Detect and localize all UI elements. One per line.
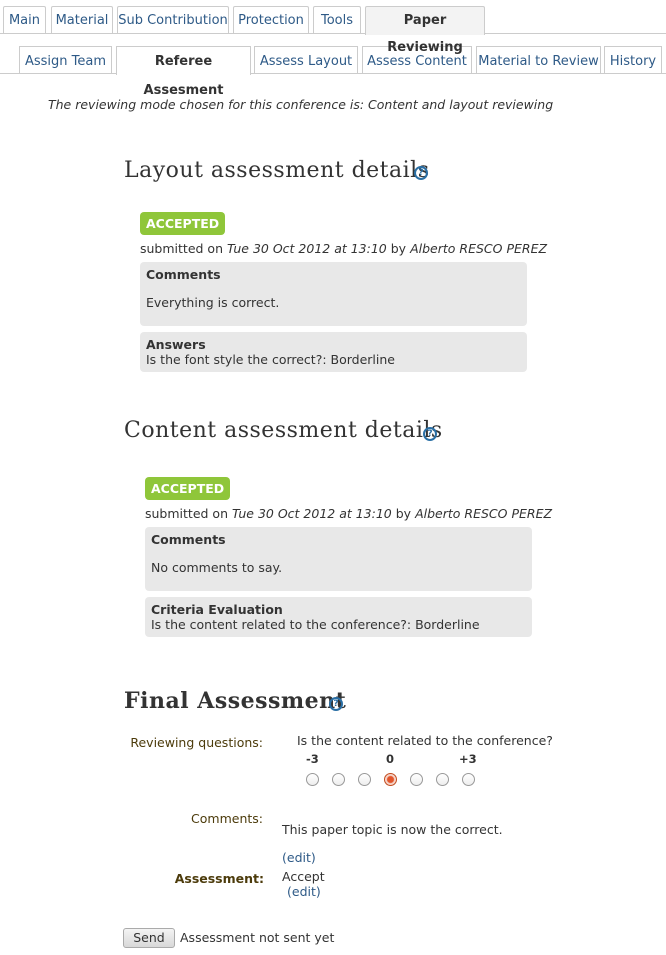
assessment-value: Accept — [282, 869, 325, 884]
scale-max-label: +3 — [459, 752, 477, 766]
content-section-title: Content assessment details — [124, 418, 443, 443]
comments-text: Everything is correct. — [146, 295, 280, 310]
layout-comments-box: Comments Everything is correct. — [140, 262, 527, 326]
tab-label: Sub Contribution — [118, 13, 228, 28]
reviewer-name: Alberto RESCO PEREZ — [415, 506, 553, 521]
tab-label: Main — [8, 13, 41, 28]
assessment-edit-link[interactable]: (edit) — [287, 884, 321, 899]
tab-label: Material — [55, 13, 109, 28]
question-text: Is the content related to the conference… — [297, 733, 553, 748]
tab-paper-reviewing[interactable]: Paper Reviewing — [365, 6, 485, 55]
tab-assess-layout[interactable]: Assess Layout — [254, 46, 358, 74]
final-section-title: Final Assessment — [124, 688, 347, 714]
tab-label: Material to Review — [478, 54, 599, 69]
tab-referee-assesment[interactable]: Referee Assesment — [116, 46, 251, 98]
send-button[interactable]: Send — [123, 928, 175, 948]
rating-radio[interactable] — [436, 773, 449, 786]
layout-answers-box: Answers Is the font style the correct?: … — [140, 332, 527, 372]
scale-mid-label: 0 — [386, 752, 395, 766]
submitted-prefix: submitted on — [140, 241, 223, 256]
tab-sub-contribution[interactable]: Sub Contribution — [117, 6, 229, 34]
tab-label: Protection — [238, 13, 304, 28]
tab-label: Assess Layout — [259, 54, 353, 69]
criteria-text: Is the content related to the conference… — [151, 617, 480, 632]
tab-tools[interactable]: Tools — [313, 6, 361, 34]
tab-label: Referee Assesment — [143, 54, 224, 98]
reviewing-questions-label: Reviewing questions: — [130, 735, 263, 750]
send-status: Assessment not sent yet — [180, 930, 335, 945]
content-status-badge: ACCEPTED — [145, 477, 231, 500]
comments-text: No comments to say. — [151, 560, 283, 575]
rating-radio[interactable] — [384, 773, 397, 786]
layout-submitted-info: submitted on Tue 30 Oct 2012 at 13:10 by… — [140, 241, 547, 256]
rating-radio[interactable] — [358, 773, 371, 786]
layout-status-badge: ACCEPTED — [140, 212, 226, 235]
tab-label: Paper Reviewing — [387, 13, 463, 55]
comments-edit-link[interactable]: (edit) — [282, 850, 316, 865]
answers-heading: Answers — [146, 337, 206, 352]
tab-label: Tools — [320, 13, 354, 28]
submitted-date: Tue 30 Oct 2012 at 13:10 — [231, 506, 392, 521]
help-icon[interactable]: ? — [423, 427, 437, 441]
submitted-by: by — [390, 241, 407, 256]
comments-label: Comments: — [191, 811, 263, 826]
tab-protection[interactable]: Protection — [233, 6, 309, 34]
submitted-by: by — [395, 506, 412, 521]
help-icon[interactable]: ? — [414, 166, 428, 180]
rating-radio[interactable] — [306, 773, 319, 786]
tab-label: History — [609, 54, 657, 69]
rating-radio[interactable] — [410, 773, 423, 786]
answers-text: Is the font style the correct?: Borderli… — [146, 352, 395, 367]
rating-radio[interactable] — [462, 773, 475, 786]
final-comments-text: This paper topic is now the correct. — [282, 822, 503, 837]
tab-assign-team[interactable]: Assign Team — [19, 46, 112, 74]
submitted-prefix: submitted on — [145, 506, 228, 521]
main-tabs: Main Material Sub Contribution Protectio… — [0, 6, 666, 55]
tab-material-to-review[interactable]: Material to Review — [476, 46, 601, 74]
tab-label: Assign Team — [24, 54, 107, 69]
layout-section-title: Layout assessment details — [124, 158, 430, 183]
criteria-heading: Criteria Evaluation — [151, 602, 283, 617]
scale-min-label: -3 — [306, 752, 319, 766]
tab-history[interactable]: History — [604, 46, 662, 74]
content-criteria-box: Criteria Evaluation Is the content relat… — [145, 597, 532, 637]
reviewing-subtabs: Assign Team Referee Assesment Assess Lay… — [0, 46, 666, 98]
content-submitted-info: submitted on Tue 30 Oct 2012 at 13:10 by… — [145, 506, 552, 521]
tab-material[interactable]: Material — [51, 6, 113, 34]
help-icon[interactable]: ? — [329, 697, 343, 711]
assessment-label: Assessment: — [174, 871, 264, 886]
reviewer-name: Alberto RESCO PEREZ — [410, 241, 548, 256]
submitted-date: Tue 30 Oct 2012 at 13:10 — [226, 241, 387, 256]
comments-heading: Comments — [146, 267, 221, 282]
reviewing-mode-note: The reviewing mode chosen for this confe… — [48, 97, 554, 112]
comments-heading: Comments — [151, 532, 226, 547]
content-comments-box: Comments No comments to say. — [145, 527, 532, 591]
tab-main[interactable]: Main — [3, 6, 46, 34]
rating-radio[interactable] — [332, 773, 345, 786]
